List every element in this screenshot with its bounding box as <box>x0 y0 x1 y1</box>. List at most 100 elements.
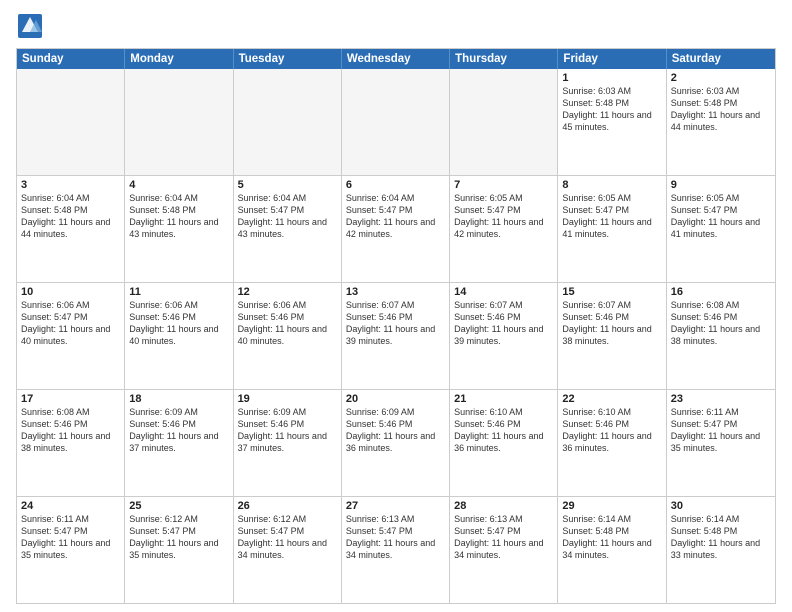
cell-info: Sunrise: 6:05 AMSunset: 5:47 PMDaylight:… <box>671 192 771 241</box>
cell-info: Sunrise: 6:06 AMSunset: 5:47 PMDaylight:… <box>21 299 120 348</box>
cal-week-4: 17Sunrise: 6:08 AMSunset: 5:46 PMDayligh… <box>17 389 775 496</box>
day-number: 5 <box>238 179 337 191</box>
cell-info: Sunrise: 6:03 AMSunset: 5:48 PMDaylight:… <box>562 85 661 134</box>
cell-info: Sunrise: 6:06 AMSunset: 5:46 PMDaylight:… <box>238 299 337 348</box>
cell-info: Sunrise: 6:09 AMSunset: 5:46 PMDaylight:… <box>129 406 228 455</box>
cal-cell: 4Sunrise: 6:04 AMSunset: 5:48 PMDaylight… <box>125 176 233 282</box>
day-number: 17 <box>21 393 120 405</box>
cal-cell: 18Sunrise: 6:09 AMSunset: 5:46 PMDayligh… <box>125 390 233 496</box>
cell-info: Sunrise: 6:09 AMSunset: 5:46 PMDaylight:… <box>346 406 445 455</box>
cell-info: Sunrise: 6:07 AMSunset: 5:46 PMDaylight:… <box>454 299 553 348</box>
cal-cell: 19Sunrise: 6:09 AMSunset: 5:46 PMDayligh… <box>234 390 342 496</box>
calendar: SundayMondayTuesdayWednesdayThursdayFrid… <box>16 48 776 604</box>
day-number: 20 <box>346 393 445 405</box>
cal-week-3: 10Sunrise: 6:06 AMSunset: 5:47 PMDayligh… <box>17 282 775 389</box>
cell-info: Sunrise: 6:07 AMSunset: 5:46 PMDaylight:… <box>562 299 661 348</box>
day-number: 14 <box>454 286 553 298</box>
cell-info: Sunrise: 6:04 AMSunset: 5:47 PMDaylight:… <box>238 192 337 241</box>
cal-cell: 7Sunrise: 6:05 AMSunset: 5:47 PMDaylight… <box>450 176 558 282</box>
day-number: 18 <box>129 393 228 405</box>
cal-cell <box>342 69 450 175</box>
day-number: 28 <box>454 500 553 512</box>
logo <box>16 12 48 40</box>
cell-info: Sunrise: 6:09 AMSunset: 5:46 PMDaylight:… <box>238 406 337 455</box>
day-number: 9 <box>671 179 771 191</box>
cell-info: Sunrise: 6:05 AMSunset: 5:47 PMDaylight:… <box>454 192 553 241</box>
cal-cell: 11Sunrise: 6:06 AMSunset: 5:46 PMDayligh… <box>125 283 233 389</box>
cal-cell: 30Sunrise: 6:14 AMSunset: 5:48 PMDayligh… <box>667 497 775 603</box>
day-number: 23 <box>671 393 771 405</box>
cal-header-thursday: Thursday <box>450 49 558 69</box>
cal-cell: 13Sunrise: 6:07 AMSunset: 5:46 PMDayligh… <box>342 283 450 389</box>
cal-cell: 26Sunrise: 6:12 AMSunset: 5:47 PMDayligh… <box>234 497 342 603</box>
calendar-header: SundayMondayTuesdayWednesdayThursdayFrid… <box>17 49 775 69</box>
day-number: 11 <box>129 286 228 298</box>
day-number: 30 <box>671 500 771 512</box>
cell-info: Sunrise: 6:13 AMSunset: 5:47 PMDaylight:… <box>454 513 553 562</box>
cal-cell: 15Sunrise: 6:07 AMSunset: 5:46 PMDayligh… <box>558 283 666 389</box>
cal-cell <box>450 69 558 175</box>
day-number: 8 <box>562 179 661 191</box>
cal-cell: 27Sunrise: 6:13 AMSunset: 5:47 PMDayligh… <box>342 497 450 603</box>
day-number: 2 <box>671 72 771 84</box>
cal-cell: 14Sunrise: 6:07 AMSunset: 5:46 PMDayligh… <box>450 283 558 389</box>
cell-info: Sunrise: 6:04 AMSunset: 5:47 PMDaylight:… <box>346 192 445 241</box>
cell-info: Sunrise: 6:04 AMSunset: 5:48 PMDaylight:… <box>129 192 228 241</box>
header <box>16 12 776 40</box>
day-number: 10 <box>21 286 120 298</box>
cal-cell <box>234 69 342 175</box>
cell-info: Sunrise: 6:03 AMSunset: 5:48 PMDaylight:… <box>671 85 771 134</box>
cell-info: Sunrise: 6:07 AMSunset: 5:46 PMDaylight:… <box>346 299 445 348</box>
day-number: 13 <box>346 286 445 298</box>
day-number: 12 <box>238 286 337 298</box>
cal-week-1: 1Sunrise: 6:03 AMSunset: 5:48 PMDaylight… <box>17 69 775 175</box>
cal-cell: 2Sunrise: 6:03 AMSunset: 5:48 PMDaylight… <box>667 69 775 175</box>
cell-info: Sunrise: 6:08 AMSunset: 5:46 PMDaylight:… <box>671 299 771 348</box>
cal-cell: 10Sunrise: 6:06 AMSunset: 5:47 PMDayligh… <box>17 283 125 389</box>
cal-cell: 21Sunrise: 6:10 AMSunset: 5:46 PMDayligh… <box>450 390 558 496</box>
cal-cell: 12Sunrise: 6:06 AMSunset: 5:46 PMDayligh… <box>234 283 342 389</box>
cal-cell: 25Sunrise: 6:12 AMSunset: 5:47 PMDayligh… <box>125 497 233 603</box>
cell-info: Sunrise: 6:10 AMSunset: 5:46 PMDaylight:… <box>562 406 661 455</box>
cell-info: Sunrise: 6:12 AMSunset: 5:47 PMDaylight:… <box>238 513 337 562</box>
cell-info: Sunrise: 6:08 AMSunset: 5:46 PMDaylight:… <box>21 406 120 455</box>
cal-cell: 6Sunrise: 6:04 AMSunset: 5:47 PMDaylight… <box>342 176 450 282</box>
cell-info: Sunrise: 6:06 AMSunset: 5:46 PMDaylight:… <box>129 299 228 348</box>
day-number: 27 <box>346 500 445 512</box>
cal-cell: 28Sunrise: 6:13 AMSunset: 5:47 PMDayligh… <box>450 497 558 603</box>
cal-header-sunday: Sunday <box>17 49 125 69</box>
day-number: 15 <box>562 286 661 298</box>
cal-cell <box>125 69 233 175</box>
cal-header-saturday: Saturday <box>667 49 775 69</box>
cell-info: Sunrise: 6:10 AMSunset: 5:46 PMDaylight:… <box>454 406 553 455</box>
cal-cell: 17Sunrise: 6:08 AMSunset: 5:46 PMDayligh… <box>17 390 125 496</box>
cal-cell: 16Sunrise: 6:08 AMSunset: 5:46 PMDayligh… <box>667 283 775 389</box>
cal-cell: 22Sunrise: 6:10 AMSunset: 5:46 PMDayligh… <box>558 390 666 496</box>
cal-cell: 24Sunrise: 6:11 AMSunset: 5:47 PMDayligh… <box>17 497 125 603</box>
cell-info: Sunrise: 6:13 AMSunset: 5:47 PMDaylight:… <box>346 513 445 562</box>
page: SundayMondayTuesdayWednesdayThursdayFrid… <box>0 0 792 612</box>
day-number: 6 <box>346 179 445 191</box>
cal-cell: 3Sunrise: 6:04 AMSunset: 5:48 PMDaylight… <box>17 176 125 282</box>
cal-cell: 5Sunrise: 6:04 AMSunset: 5:47 PMDaylight… <box>234 176 342 282</box>
cal-week-5: 24Sunrise: 6:11 AMSunset: 5:47 PMDayligh… <box>17 496 775 603</box>
cal-header-friday: Friday <box>558 49 666 69</box>
day-number: 1 <box>562 72 661 84</box>
cal-header-monday: Monday <box>125 49 233 69</box>
cell-info: Sunrise: 6:11 AMSunset: 5:47 PMDaylight:… <box>671 406 771 455</box>
cal-cell: 8Sunrise: 6:05 AMSunset: 5:47 PMDaylight… <box>558 176 666 282</box>
cell-info: Sunrise: 6:11 AMSunset: 5:47 PMDaylight:… <box>21 513 120 562</box>
calendar-body: 1Sunrise: 6:03 AMSunset: 5:48 PMDaylight… <box>17 69 775 603</box>
cell-info: Sunrise: 6:05 AMSunset: 5:47 PMDaylight:… <box>562 192 661 241</box>
day-number: 24 <box>21 500 120 512</box>
day-number: 21 <box>454 393 553 405</box>
cal-cell: 29Sunrise: 6:14 AMSunset: 5:48 PMDayligh… <box>558 497 666 603</box>
day-number: 7 <box>454 179 553 191</box>
cal-header-wednesday: Wednesday <box>342 49 450 69</box>
cal-cell <box>17 69 125 175</box>
day-number: 4 <box>129 179 228 191</box>
day-number: 3 <box>21 179 120 191</box>
cal-cell: 9Sunrise: 6:05 AMSunset: 5:47 PMDaylight… <box>667 176 775 282</box>
logo-icon <box>16 12 44 40</box>
day-number: 22 <box>562 393 661 405</box>
